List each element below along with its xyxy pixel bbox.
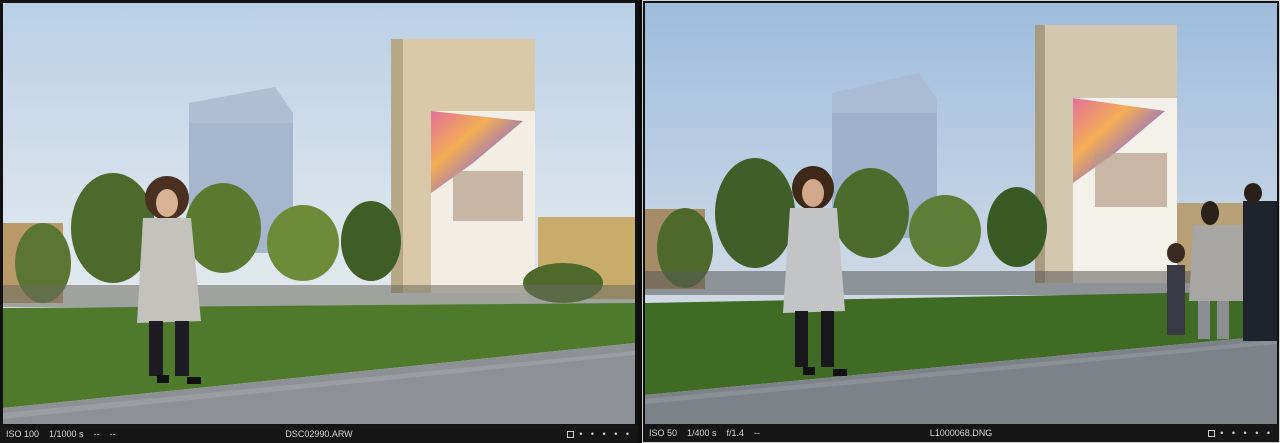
iso-value: ISO 50 <box>649 428 678 438</box>
photo-image-left <box>3 3 635 424</box>
filename: DSC02990.ARW <box>285 429 353 439</box>
extra-value: -- <box>109 429 116 439</box>
shutter-value: 1/1000 s <box>49 429 84 439</box>
shutter-value: 1/400 s <box>687 428 717 438</box>
photo-image-right <box>645 3 1277 424</box>
aperture-value: -- <box>93 429 100 439</box>
select-checkbox[interactable] <box>567 430 575 438</box>
aperture-value: f/1.4 <box>726 428 745 438</box>
filename: L1000068.DNG <box>929 428 993 438</box>
photo-pane-left[interactable]: ISO 100 1/1000 s -- -- DSC02990.ARW • • … <box>0 0 638 443</box>
select-checkbox[interactable] <box>1208 429 1216 437</box>
extra-value: -- <box>754 428 761 438</box>
rating-dots[interactable]: • • • • • <box>579 429 632 439</box>
photo-preview-left[interactable] <box>3 3 635 424</box>
info-bar-right: ISO 50 1/400 s f/1.4 -- L1000068.DNG • •… <box>643 424 1279 442</box>
info-bar-left: ISO 100 1/1000 s -- -- DSC02990.ARW • • … <box>0 425 638 443</box>
rating-dots[interactable]: • • • • • <box>1220 428 1273 438</box>
photo-preview-right[interactable] <box>645 3 1277 424</box>
photo-pane-right[interactable]: ISO 50 1/400 s f/1.4 -- L1000068.DNG • •… <box>642 0 1280 443</box>
iso-value: ISO 100 <box>6 429 40 439</box>
